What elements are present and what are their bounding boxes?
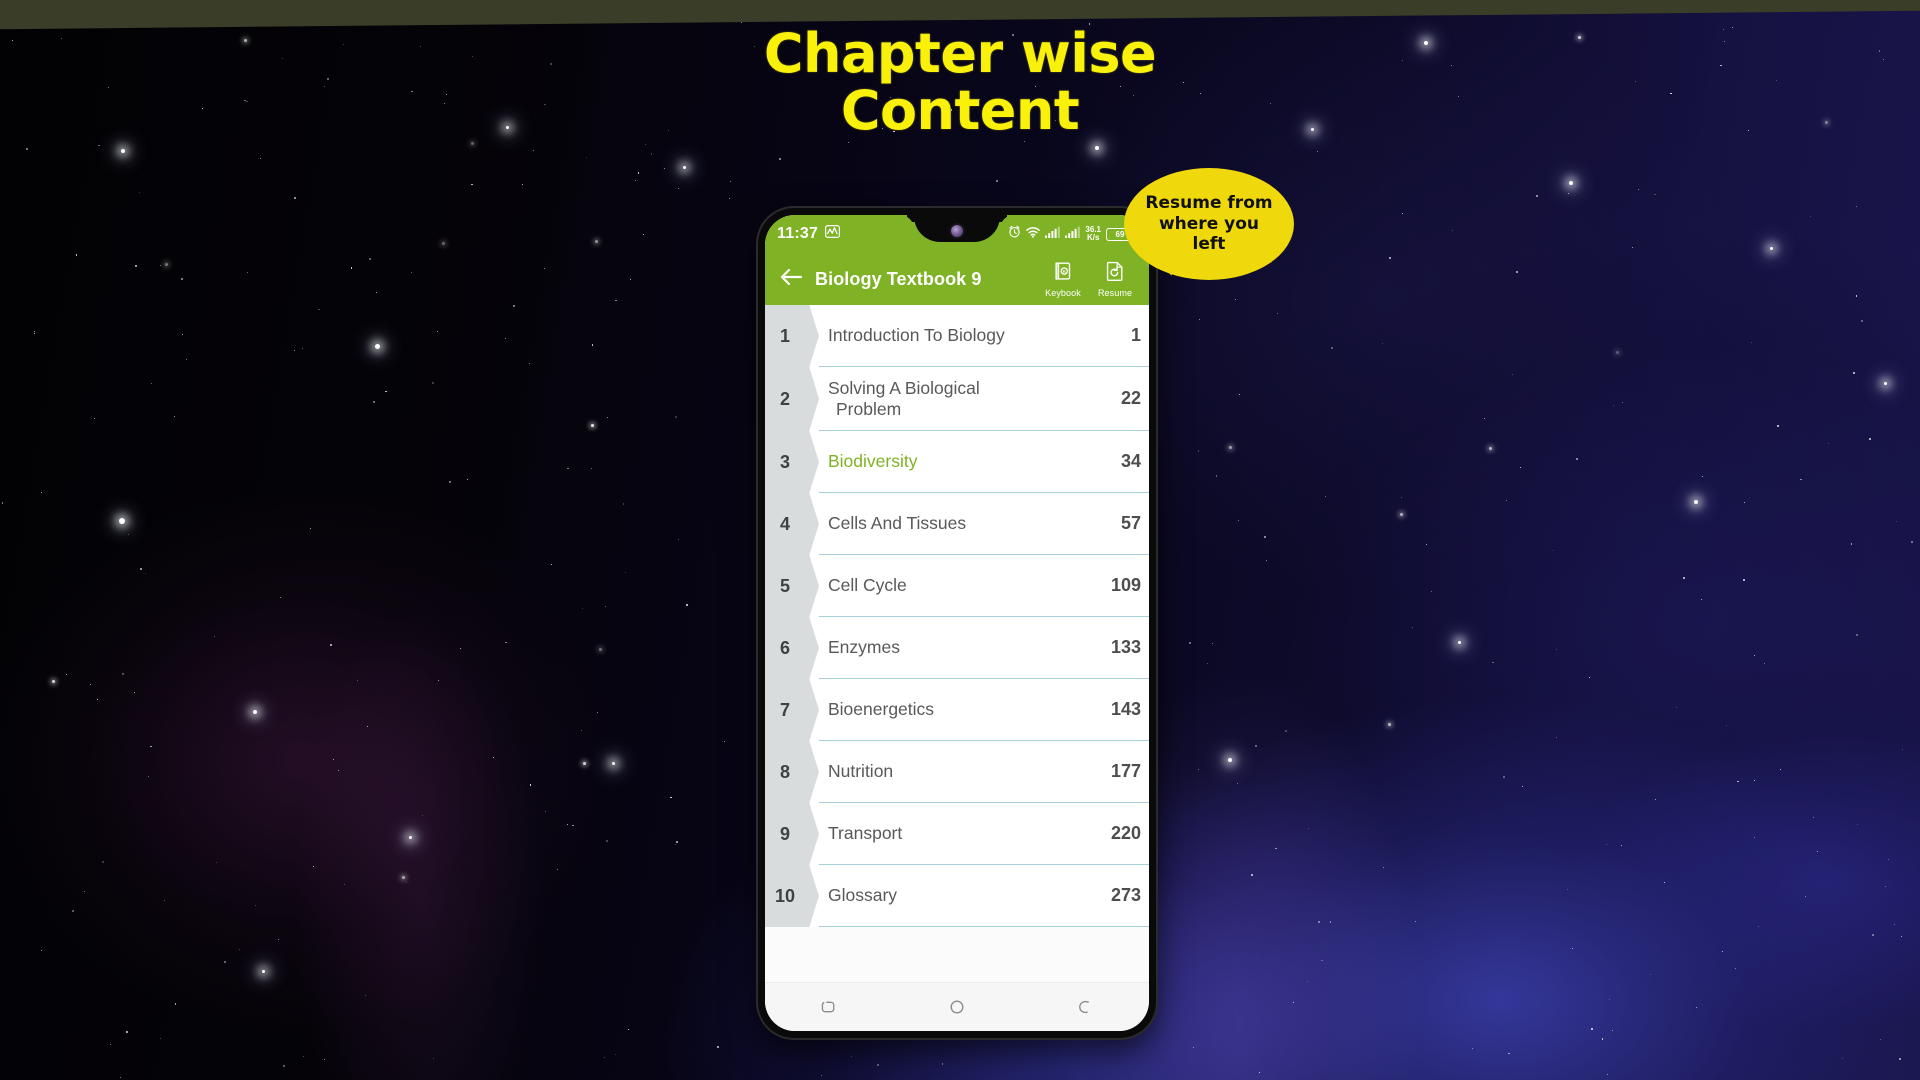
app-bar: Biology Textbook 9 K Keybook Resume (765, 253, 1149, 305)
chapter-page-number: 109 (1110, 575, 1141, 595)
chapter-number-chip: 8 (765, 741, 819, 803)
chapter-number: 1 (779, 325, 790, 346)
chapter-title: Bioenergetics (828, 699, 935, 720)
chapter-page-number: 22 (1120, 388, 1141, 408)
chapter-row-content: Cell Cycle 109 (819, 555, 1149, 617)
chapter-number-chip: 7 (765, 679, 819, 741)
chapter-page-number: 177 (1110, 761, 1141, 781)
callout-text: Resume from where you left (1145, 192, 1273, 255)
svg-text:K: K (1063, 269, 1066, 274)
app-bar-title: Biology Textbook 9 (815, 268, 982, 289)
chapter-row-content: Cells And Tissues 57 (819, 493, 1149, 555)
chapter-row[interactable]: 7 Bioenergetics 143 (765, 679, 1149, 741)
chapter-page-number: 133 (1110, 637, 1141, 657)
chapter-row[interactable]: 8 Nutrition 177 (765, 741, 1149, 803)
chapter-number: 5 (779, 575, 790, 596)
network-speed-unit: K/s (1086, 233, 1100, 242)
chapter-number: 2 (779, 388, 790, 409)
chapter-page-number: 57 (1120, 513, 1141, 533)
resume-page-icon (1104, 260, 1126, 287)
chapter-row-content: Bioenergetics 143 (819, 679, 1149, 741)
chapter-number: 6 (779, 637, 790, 658)
keybook-label: Keybook (1045, 288, 1081, 298)
chapter-row[interactable]: 3 Biodiversity 34 (765, 431, 1149, 493)
chapter-page-number: 143 (1110, 699, 1141, 719)
back-arrow-icon[interactable] (779, 267, 803, 292)
chapter-number-chip: 1 (765, 305, 819, 367)
chapter-row[interactable]: 2 Solving A Biological Problem 22 (765, 367, 1149, 431)
chapter-number: 10 (774, 885, 796, 906)
front-camera-icon (951, 224, 963, 237)
phone-screen: 11:37 36.1 K/s 69 Biology Textbook 9 K K… (765, 215, 1149, 1031)
status-time: 11:37 (777, 225, 819, 242)
home-circle-icon[interactable] (922, 987, 992, 1027)
book-k-icon: K (1052, 260, 1074, 287)
chapter-number-chip: 9 (765, 803, 819, 865)
chapter-number: 7 (779, 699, 790, 720)
network-speed-indicator: 36.1 K/s (1085, 226, 1101, 242)
chapter-title: Cells And Tissues (828, 513, 967, 534)
chapter-title: Enzymes (828, 637, 900, 658)
chapter-title: Solving A Biological Problem (828, 377, 980, 419)
chapter-row-content: Glossary 273 (819, 865, 1149, 927)
chapter-row-content: Nutrition 177 (819, 741, 1149, 803)
chapter-row[interactable]: 1 Introduction To Biology 1 (765, 305, 1149, 367)
back-icon[interactable] (1050, 987, 1120, 1027)
chapter-number-chip: 6 (765, 617, 819, 679)
keybook-button[interactable]: K Keybook (1037, 260, 1089, 298)
chapter-title: Transport (828, 823, 903, 844)
chapter-row[interactable]: 9 Transport 220 (765, 803, 1149, 865)
chapter-title: Introduction To Biology (828, 325, 1005, 346)
status-bar: 11:37 36.1 K/s 69 (765, 215, 1149, 253)
signal-bars-icon (1045, 225, 1061, 243)
chapter-row-content: Transport 220 (819, 803, 1149, 865)
status-bar-left: 11:37 (777, 225, 841, 243)
signal-bars-icon (1065, 225, 1081, 243)
chapter-number-chip: 4 (765, 493, 819, 555)
android-nav-bar (765, 982, 1149, 1031)
chapter-title: Glossary (828, 885, 898, 906)
chapter-row-content: Solving A Biological Problem 22 (819, 367, 1149, 431)
status-bar-right: 36.1 K/s 69 (1008, 225, 1137, 243)
phone-notch (914, 215, 1000, 242)
chapter-list[interactable]: 1 Introduction To Biology 1 2 Solving A Biol… (765, 305, 1149, 982)
chapter-number: 8 (779, 761, 790, 782)
chapter-row[interactable]: 5 Cell Cycle 109 (765, 555, 1149, 617)
recents-icon[interactable] (794, 987, 864, 1027)
chapter-page-number: 220 (1110, 823, 1141, 843)
chapter-title: Nutrition (828, 761, 894, 782)
chapter-row-content: Enzymes 133 (819, 617, 1149, 679)
chapter-page-number: 273 (1110, 885, 1141, 905)
chapter-row-content: Biodiversity 34 (819, 431, 1149, 493)
chapter-row[interactable]: 10 Glossary 273 (765, 865, 1149, 927)
chapter-number-chip: 5 (765, 555, 819, 617)
chapter-number: 3 (779, 451, 790, 472)
chapter-page-number: 34 (1120, 451, 1141, 471)
chapter-title: Biodiversity (828, 451, 918, 472)
chapter-number-chip: 3 (765, 431, 819, 493)
chapter-number-chip: 10 (765, 865, 819, 927)
chapter-row-content: Introduction To Biology 1 (819, 305, 1149, 367)
chapter-title: Cell Cycle (828, 575, 907, 596)
chapter-row[interactable]: 6 Enzymes 133 (765, 617, 1149, 679)
callout-bubble: Resume from where you left (1124, 168, 1294, 280)
wifi-icon (1026, 225, 1041, 243)
resume-label: Resume (1097, 288, 1133, 298)
callout-bubble-group: Resume from where you left (1124, 168, 1294, 280)
chapter-number-chip: 2 (765, 367, 819, 431)
chapter-number: 4 (779, 513, 790, 534)
chapter-number: 9 (779, 823, 790, 844)
phone-mockup: 11:37 36.1 K/s 69 Biology Textbook 9 K K… (758, 208, 1156, 1038)
chapter-row[interactable]: 4 Cells And Tissues 57 (765, 493, 1149, 555)
chart-activity-icon (825, 225, 841, 243)
chapter-page-number: 1 (1130, 325, 1141, 345)
